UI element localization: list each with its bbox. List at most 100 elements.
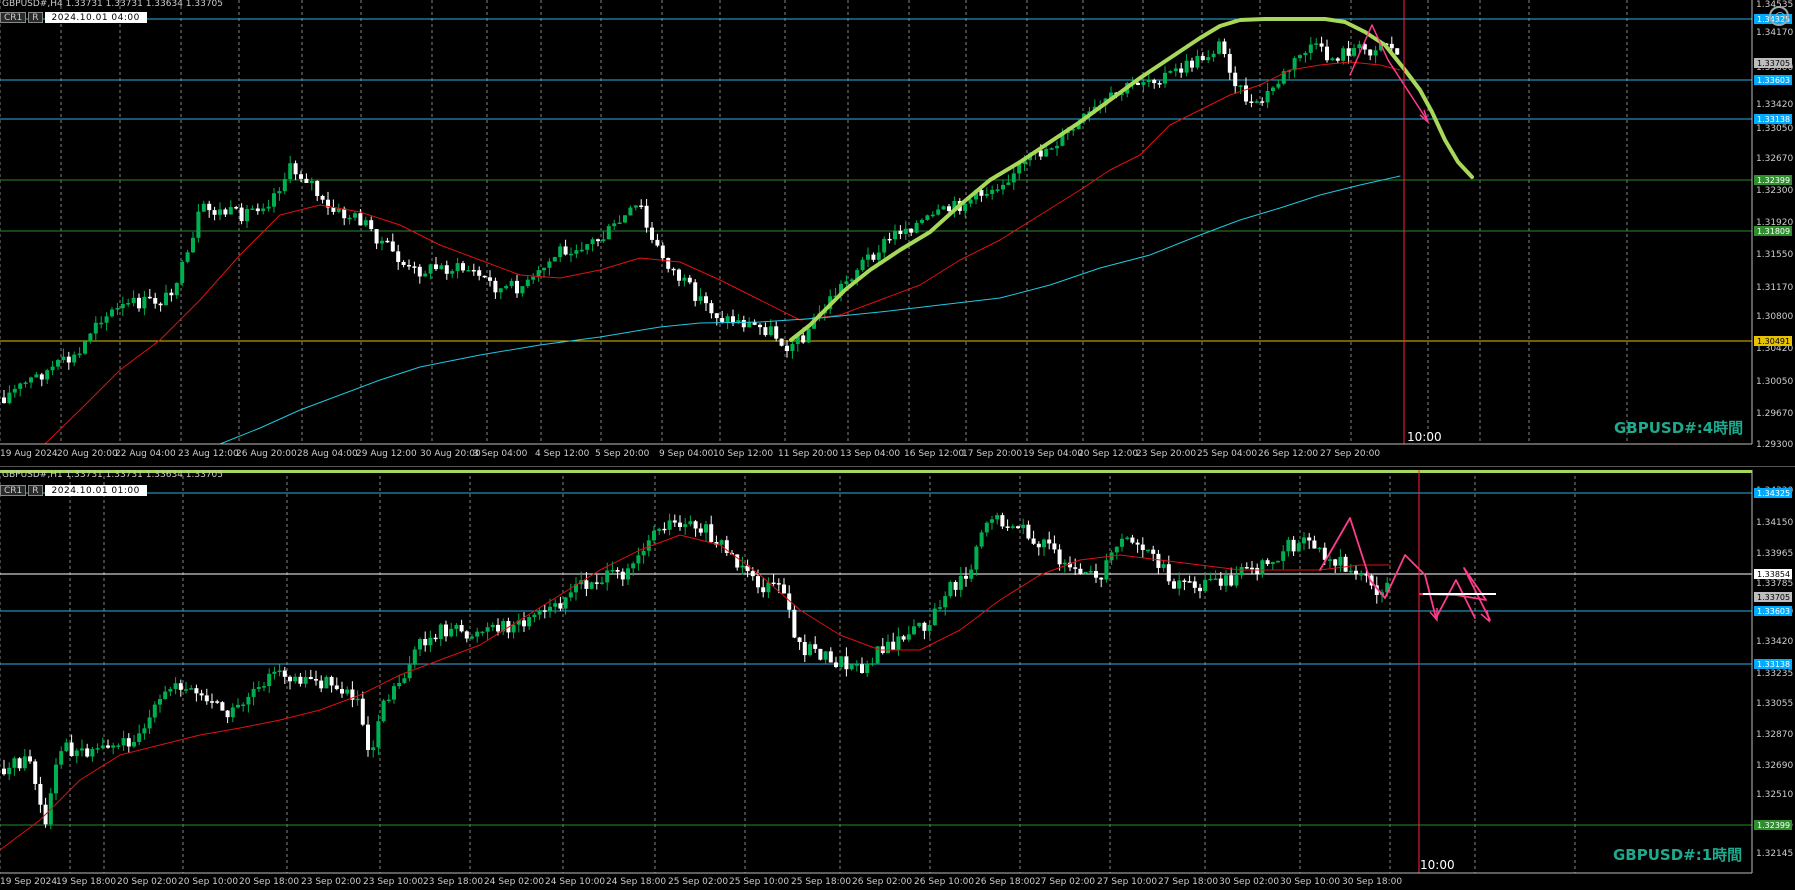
h1-candle — [1213, 578, 1218, 581]
h1-candle — [2, 768, 6, 775]
h1-candle — [886, 641, 890, 653]
h4-candle — [790, 344, 795, 351]
h1-time-tick: 27 Sep 10:00 — [1097, 877, 1157, 887]
pane-divider-line — [0, 466, 1795, 467]
h4-candle — [428, 264, 433, 274]
h1-candle — [236, 704, 240, 708]
h1-mode-tag[interactable]: CR1 — [0, 485, 27, 496]
h1-candle — [454, 625, 459, 629]
h4-candle — [488, 277, 492, 281]
h1-r-tag[interactable]: R — [28, 485, 43, 496]
h1-candle — [990, 519, 994, 523]
h1-candle — [210, 701, 214, 703]
h1-time-tick: 24 Sep 02:00 — [484, 877, 544, 887]
h4-candle — [785, 345, 789, 351]
h1-candle — [298, 676, 303, 684]
h1-candle — [54, 764, 58, 794]
h1-candle — [1047, 539, 1052, 544]
h1-candle — [1010, 526, 1015, 528]
h1-vline-label: 10:00 — [1420, 858, 1455, 872]
h4-candle — [693, 282, 698, 301]
h1-candle — [256, 687, 261, 689]
h4-candle — [558, 246, 563, 258]
h1-time-tick: 26 Sep 18:00 — [975, 877, 1035, 887]
h4-candle — [218, 209, 222, 215]
h4-candle — [266, 206, 271, 209]
h4-price-tag: 1.30491 — [1757, 337, 1790, 346]
h1-candle — [1021, 524, 1026, 529]
h4-candle — [417, 266, 422, 277]
h4-candle — [1265, 90, 1270, 103]
h1-candle — [1182, 580, 1187, 582]
h4-candle — [1314, 43, 1319, 45]
h1-time-tick: 23 Sep 10:00 — [363, 877, 423, 887]
h1-candle — [698, 528, 703, 533]
h1-candle — [693, 521, 698, 529]
h4-vline-label: 10:00 — [1407, 430, 1442, 444]
h4-candle — [185, 252, 190, 262]
h4-candle — [363, 220, 368, 226]
h1-price-tag: 1.33603 — [1757, 607, 1790, 616]
h4-candle — [552, 257, 557, 262]
h1-price-tick: 1.33055 — [1756, 699, 1793, 709]
h4-candle — [1238, 85, 1243, 87]
h1-candle — [1250, 567, 1254, 570]
h1-time-tick: 24 Sep 10:00 — [545, 877, 605, 887]
h1-candle — [688, 521, 693, 525]
h4-candle — [925, 215, 930, 220]
h4-candle — [191, 237, 195, 253]
h4-candle — [887, 238, 892, 241]
h1-candle — [1203, 579, 1208, 592]
h1-candle — [548, 606, 552, 611]
h4-candle — [12, 388, 17, 393]
h4-candle — [596, 239, 600, 242]
h1-candle — [1187, 581, 1192, 583]
h1-chart-canvas[interactable]: 1.343301.341501.339651.337851.336001.334… — [0, 470, 1795, 890]
h1-candle — [142, 728, 147, 734]
h4-mode-tag[interactable]: CR1 — [0, 12, 27, 23]
h4-candle — [714, 313, 719, 319]
h4-candle — [380, 240, 384, 244]
h1-candle — [1348, 570, 1353, 573]
h1-candle — [620, 571, 625, 580]
h1-candle — [979, 532, 984, 547]
h1-candle — [366, 724, 370, 750]
h1-chart-header: GBPUSD#,H1 1.33731 1.33731 1.33634 1.337… — [2, 470, 224, 480]
h1-time-tick: 20 Sep 02:00 — [117, 877, 177, 887]
chart-settings-icon[interactable] — [1769, 6, 1789, 26]
h4-candle — [331, 207, 336, 212]
h1-candle — [870, 663, 875, 665]
h4-time-tick: 23 Aug 12:00 — [178, 449, 239, 459]
h1-candle — [761, 587, 766, 593]
h4-candle — [687, 277, 692, 283]
h4-candle — [142, 296, 147, 309]
h4-candle — [347, 217, 352, 220]
h4-candle — [461, 263, 465, 271]
h4-candle — [212, 210, 217, 215]
h1-candle — [553, 603, 558, 607]
h4-candle — [309, 180, 314, 183]
h1-candle — [251, 688, 256, 697]
h1-candle — [314, 679, 318, 681]
h4-candle — [99, 322, 104, 325]
h4-ma-slow — [219, 175, 1401, 445]
h4-chart-pane[interactable]: 1.345351.341701.338001.334201.330501.326… — [0, 0, 1795, 462]
h4-candle — [272, 193, 276, 207]
h4-candle — [147, 296, 152, 299]
h1-chart-pane[interactable]: 1.343301.341501.339651.337851.336001.334… — [0, 470, 1795, 890]
h1-candle — [532, 614, 537, 618]
h1-price-tag: 1.33138 — [1757, 660, 1790, 669]
h1-candle — [646, 540, 651, 551]
h1-candle — [641, 550, 646, 556]
h4-candle — [493, 280, 498, 293]
h1-candle — [230, 707, 235, 718]
h1-candle — [1343, 556, 1348, 572]
h4-r-tag[interactable]: R — [28, 12, 43, 23]
h4-chart-canvas[interactable]: 1.345351.341701.338001.334201.330501.326… — [0, 0, 1795, 462]
h4-candle — [984, 193, 989, 196]
h4-candle — [871, 254, 876, 260]
h1-candle — [704, 524, 708, 533]
h4-chart-tag: CR1 R 2024.10.01 04:00 — [0, 12, 147, 23]
h4-candle — [477, 270, 482, 276]
h4-candle — [120, 304, 125, 309]
